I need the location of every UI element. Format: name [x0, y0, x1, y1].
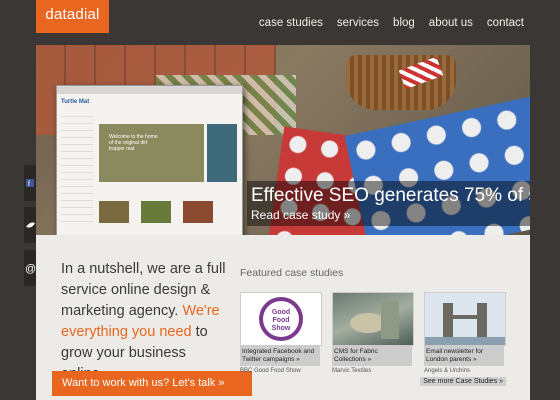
intro-text: In a nutshell, we are a full service onl… — [61, 259, 231, 385]
case-study-screenshot: Turtle Mat Welcome to the home of the or… — [56, 85, 243, 235]
lets-talk-button[interactable]: Want to work with us? Let's talk » — [52, 371, 252, 396]
case-study-card[interactable]: Email newsletter for London parents » An… — [424, 292, 506, 374]
nav-about-us[interactable]: about us — [429, 17, 473, 29]
nav-case-studies[interactable]: case studies — [259, 17, 323, 29]
case-caption[interactable]: Integrated Facebook and Twitter campaign… — [240, 346, 320, 366]
svg-text:f: f — [28, 181, 30, 188]
screenshot-logo: Turtle Mat — [61, 99, 90, 105]
read-case-study-link[interactable]: Read case study » — [251, 208, 530, 222]
hero-basket — [346, 55, 456, 110]
email-at-icon[interactable]: @ — [24, 250, 36, 286]
nav-blog[interactable]: blog — [393, 17, 415, 29]
hero-caption: Effective SEO generates 75% of sales Rea… — [247, 181, 530, 226]
content-panel: In a nutshell, we are a full service onl… — [36, 235, 530, 400]
case-study-card[interactable]: Good Food Show Integrated Facebook and T… — [240, 292, 322, 374]
svg-text:@: @ — [25, 263, 36, 275]
case-image-fabric — [332, 292, 414, 346]
screenshot-mat-1 — [99, 201, 129, 223]
hero-banner[interactable]: Turtle Mat Welcome to the home of the or… — [36, 45, 530, 235]
case-client: Angels & Urchins — [424, 368, 471, 374]
case-caption[interactable]: Email newsletter for London parents » — [424, 346, 504, 366]
screenshot-sidebar — [61, 116, 93, 226]
screenshot-mat-2 — [141, 201, 171, 223]
case-image-london — [424, 292, 506, 346]
case-client: BBC Good Food Show — [240, 368, 301, 374]
nav-contact[interactable]: contact — [487, 17, 524, 29]
main-nav: case studies services blog about us cont… — [259, 17, 524, 29]
case-image-good-food: Good Food Show — [240, 292, 322, 346]
case-study-card[interactable]: CMS for Fabric Collections » Marvic Text… — [332, 292, 414, 374]
screenshot-mat-3 — [183, 201, 213, 223]
hero-headline: Effective SEO generates 75% of sales — [251, 185, 530, 206]
screenshot-welcome-text: Welcome to the home of the original dirt… — [109, 134, 158, 152]
nav-services[interactable]: services — [337, 17, 379, 29]
good-food-badge-text: Good Food Show — [271, 309, 291, 332]
screenshot-door-image — [207, 124, 237, 182]
facebook-icon[interactable]: f — [24, 165, 36, 201]
featured-title: Featured case studies — [240, 267, 344, 279]
twitter-bird-icon[interactable] — [24, 207, 36, 243]
screenshot-welcome-panel: Welcome to the home of the original dirt… — [99, 124, 204, 182]
see-more-case-studies-link[interactable]: See more Case Studies » — [420, 377, 506, 386]
datadial-logo[interactable]: datadial — [36, 0, 109, 33]
case-client: Marvic Textiles — [332, 368, 372, 374]
case-caption[interactable]: CMS for Fabric Collections » — [332, 346, 412, 366]
screenshot-browser-bar — [57, 86, 242, 94]
